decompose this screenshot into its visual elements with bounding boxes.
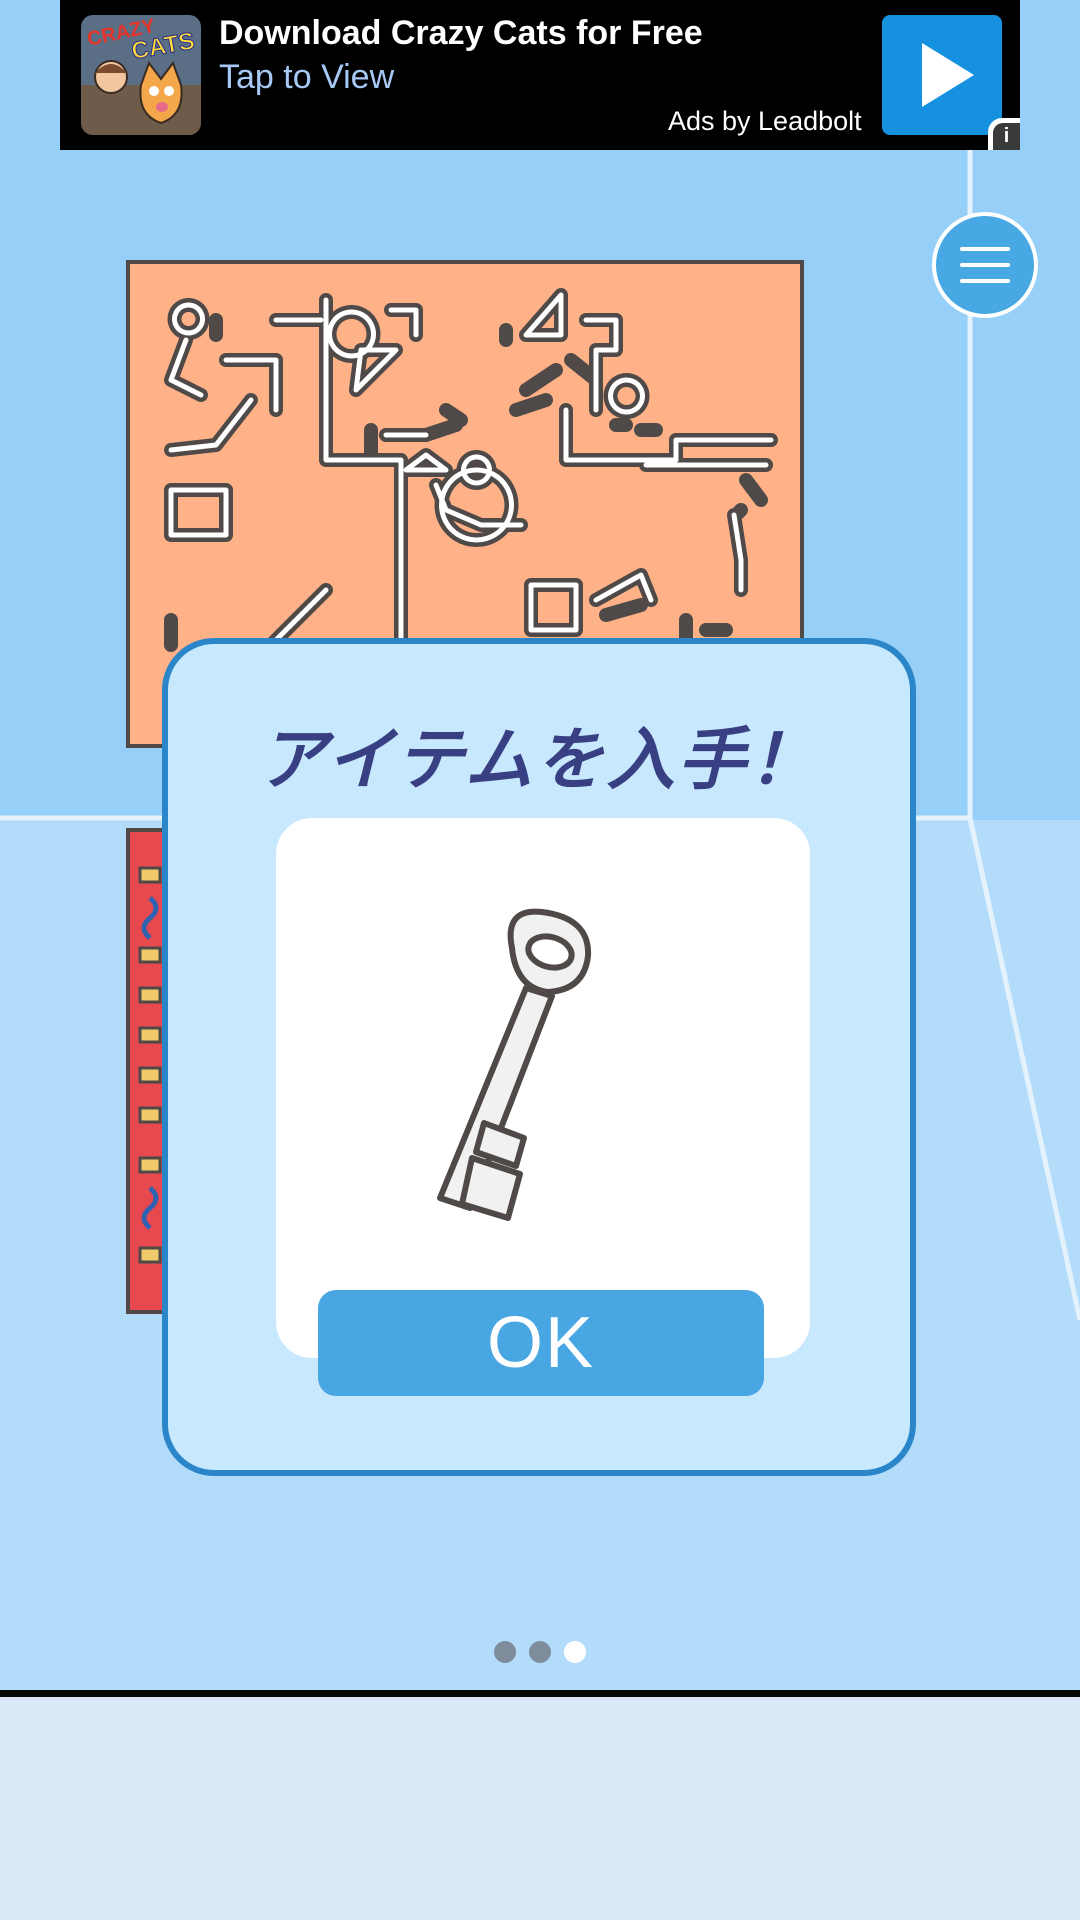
ad-attribution: Ads by Leadbolt xyxy=(668,106,862,136)
crazy-cats-logo-icon: CRAZY CATS xyxy=(81,15,201,135)
dialog-title: アイテムを入手！ xyxy=(258,722,820,798)
play-icon xyxy=(922,43,974,107)
bottom-divider xyxy=(0,1690,1080,1697)
ok-button[interactable]: OK xyxy=(318,1290,764,1396)
page-dot-2[interactable] xyxy=(529,1641,551,1663)
page-dot-1[interactable] xyxy=(494,1641,516,1663)
key-icon xyxy=(437,908,592,1221)
item-preview-panel xyxy=(276,818,810,1358)
page-dot-3-active[interactable] xyxy=(564,1641,586,1663)
ad-info-button[interactable]: i xyxy=(988,118,1020,150)
ad-title[interactable]: Download Crazy Cats for Free xyxy=(219,14,703,53)
ad-play-button[interactable] xyxy=(882,15,1002,135)
ad-banner[interactable]: CRAZY CATS Download Crazy Cats for Free … xyxy=(60,0,1020,150)
bottom-empty-area xyxy=(0,1697,1080,1920)
menu-button[interactable] xyxy=(932,212,1038,318)
ad-thumbnail[interactable]: CRAZY CATS xyxy=(81,15,201,135)
item-obtained-dialog: アイテムを入手！ OK xyxy=(162,638,916,1476)
ad-subtitle[interactable]: Tap to View xyxy=(219,58,394,97)
room-scene: CRAZY CATS Download Crazy Cats for Free … xyxy=(0,0,1080,1690)
info-icon: i xyxy=(993,123,1020,150)
